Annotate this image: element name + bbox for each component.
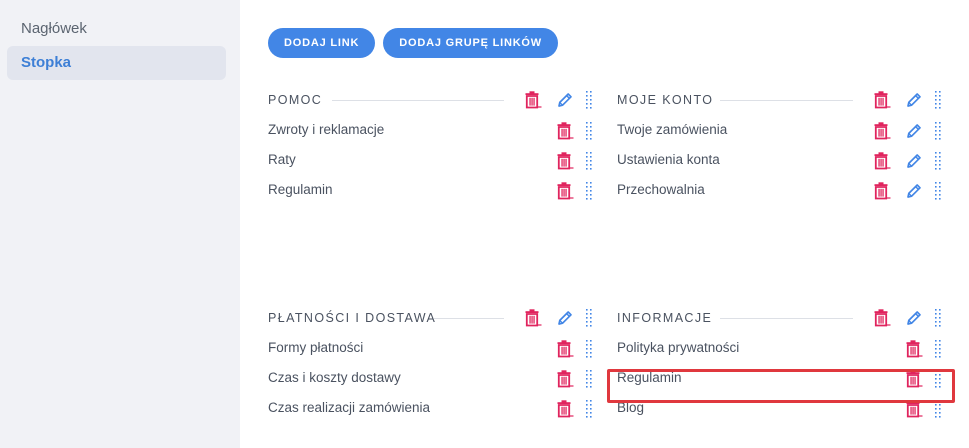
link-label: Twoje zamówienia — [617, 122, 728, 137]
list-item: Polityka prywatności — [617, 336, 947, 366]
trash-icon[interactable] — [557, 122, 574, 140]
list-item: Regulamin — [617, 366, 947, 396]
group-title: INFORMACJE — [617, 311, 713, 325]
list-item: Czas realizacji zamówienia — [268, 396, 598, 426]
trash-icon[interactable] — [557, 340, 574, 358]
sidebar: Nagłówek Stopka — [0, 0, 240, 448]
list-item: Raty — [268, 148, 598, 178]
drag-handle-icon[interactable] — [935, 369, 951, 388]
pencil-icon[interactable] — [905, 182, 921, 200]
sidebar-item-stopka[interactable]: Stopka — [7, 46, 226, 80]
list-item: Przechowalnia — [617, 178, 947, 208]
pencil-icon[interactable] — [905, 152, 921, 170]
group-divider — [720, 318, 853, 319]
sidebar-item-naglowek[interactable]: Nagłówek — [7, 12, 226, 46]
drag-handle-icon[interactable] — [935, 339, 951, 358]
main-content: DODAJ LINK DODAJ GRUPĘ LINKÓW POMOC Zwro… — [240, 0, 969, 448]
trash-icon[interactable] — [874, 122, 891, 140]
list-item: Regulamin — [268, 178, 598, 208]
drag-handle-icon[interactable] — [935, 399, 951, 418]
link-label: Przechowalnia — [617, 182, 705, 197]
trash-icon[interactable] — [874, 152, 891, 170]
drag-handle-icon[interactable] — [935, 90, 951, 109]
group-header: POMOC — [268, 88, 598, 112]
trash-icon[interactable] — [874, 91, 891, 109]
link-group-informacje: INFORMACJE Polityka prywatności Regulami… — [617, 306, 947, 426]
link-label: Czas i koszty dostawy — [268, 370, 401, 385]
list-item: Formy płatności — [268, 336, 598, 366]
link-label: Regulamin — [268, 182, 333, 197]
link-group-moje-konto: MOJE KONTO Twoje zamówienia Ustawienia k… — [617, 88, 947, 208]
pencil-icon[interactable] — [556, 91, 572, 109]
link-group-platnosci-i-dostawa: PŁATNOŚCI I DOSTAWA Formy płatności Czas… — [268, 306, 598, 426]
drag-handle-icon[interactable] — [935, 151, 951, 170]
link-label: Blog — [617, 400, 645, 415]
link-group-pomoc: POMOC Zwroty i reklamacje Raty Regulamin — [268, 88, 598, 208]
trash-icon[interactable] — [906, 370, 923, 388]
drag-handle-icon[interactable] — [935, 308, 951, 327]
drag-handle-icon[interactable] — [586, 181, 602, 200]
group-title: PŁATNOŚCI I DOSTAWA — [268, 311, 437, 325]
link-label: Formy płatności — [268, 340, 364, 355]
drag-handle-icon[interactable] — [935, 181, 951, 200]
drag-handle-icon[interactable] — [586, 399, 602, 418]
link-label: Ustawienia konta — [617, 152, 720, 167]
list-item: Twoje zamówienia — [617, 118, 947, 148]
link-label: Polityka prywatności — [617, 340, 740, 355]
group-divider — [332, 100, 504, 101]
trash-icon[interactable] — [525, 309, 542, 327]
drag-handle-icon[interactable] — [586, 308, 602, 327]
group-title: MOJE KONTO — [617, 93, 714, 107]
link-label: Regulamin — [617, 370, 682, 385]
trash-icon[interactable] — [557, 400, 574, 418]
pencil-icon[interactable] — [905, 91, 921, 109]
pencil-icon[interactable] — [556, 309, 572, 327]
trash-icon[interactable] — [557, 370, 574, 388]
group-header: MOJE KONTO — [617, 88, 947, 112]
toolbar: DODAJ LINK DODAJ GRUPĘ LINKÓW — [268, 28, 558, 58]
group-header: INFORMACJE — [617, 306, 947, 330]
trash-icon[interactable] — [874, 309, 891, 327]
trash-icon[interactable] — [557, 152, 574, 170]
add-link-button[interactable]: DODAJ LINK — [268, 28, 376, 58]
group-header: PŁATNOŚCI I DOSTAWA — [268, 306, 598, 330]
add-link-group-button[interactable]: DODAJ GRUPĘ LINKÓW — [383, 28, 558, 58]
list-item: Czas i koszty dostawy — [268, 366, 598, 396]
link-label: Czas realizacji zamówienia — [268, 400, 431, 415]
drag-handle-icon[interactable] — [586, 369, 602, 388]
trash-icon[interactable] — [906, 400, 923, 418]
drag-handle-icon[interactable] — [586, 339, 602, 358]
link-label: Raty — [268, 152, 296, 167]
drag-handle-icon[interactable] — [586, 90, 602, 109]
group-title: POMOC — [268, 93, 323, 107]
group-divider — [720, 100, 853, 101]
link-label: Zwroty i reklamacje — [268, 122, 385, 137]
pencil-icon[interactable] — [905, 309, 921, 327]
trash-icon[interactable] — [557, 182, 574, 200]
trash-icon[interactable] — [906, 340, 923, 358]
drag-handle-icon[interactable] — [586, 121, 602, 140]
trash-icon[interactable] — [874, 182, 891, 200]
pencil-icon[interactable] — [905, 122, 921, 140]
drag-handle-icon[interactable] — [586, 151, 602, 170]
list-item: Blog — [617, 396, 947, 426]
list-item: Zwroty i reklamacje — [268, 118, 598, 148]
group-divider — [434, 318, 504, 319]
trash-icon[interactable] — [525, 91, 542, 109]
list-item: Ustawienia konta — [617, 148, 947, 178]
drag-handle-icon[interactable] — [935, 121, 951, 140]
